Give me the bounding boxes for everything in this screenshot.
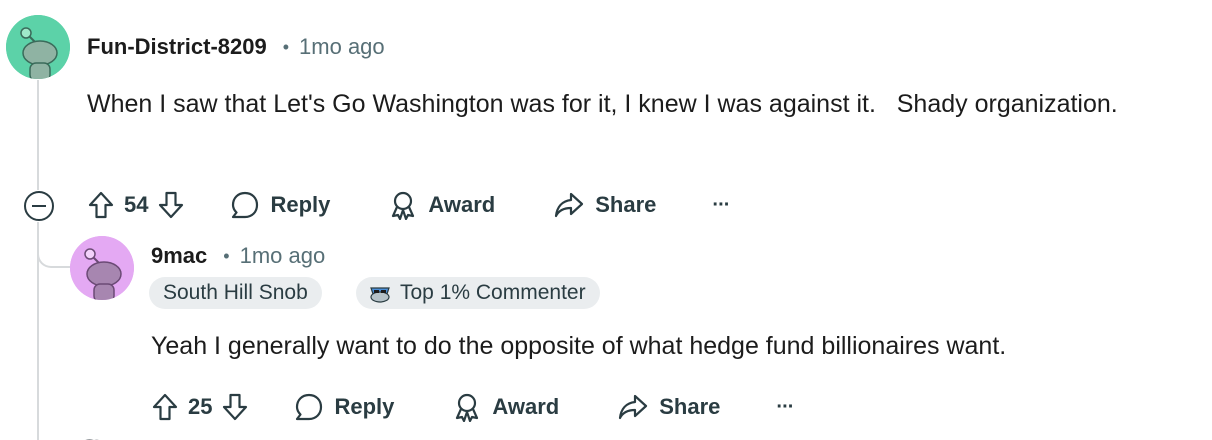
comment-header: Fun-District-8209 • 1mo ago [87,34,385,60]
snoo-avatar-icon [6,15,70,79]
vote-score: 25 [188,394,213,419]
ellipsis-icon: ··· [776,395,794,418]
award-label: Award [492,394,560,419]
thread-connector [37,222,73,268]
award-ribbon-icon [456,393,479,422]
avatar[interactable] [70,236,134,300]
comment-actions: 54 Reply Award Share ··· [88,183,730,227]
badge-text: Top 1% Commenter [400,281,586,304]
user-flair: South Hill Snob [149,277,322,309]
user-flair-text: South Hill Snob [163,281,308,304]
next-comment-avatar-partial [80,432,104,440]
speech-bubble-icon [232,191,259,219]
username[interactable]: 9mac [151,243,207,269]
timestamp[interactable]: 1mo ago [240,243,326,269]
arrow-up-icon [152,393,178,421]
reply-label: Reply [334,394,395,419]
reply-button[interactable]: Reply [294,385,394,429]
speech-bubble-icon [296,393,323,421]
reply-button[interactable]: Reply [230,183,330,227]
vote-score: 54 [124,192,149,217]
arrow-down-icon [159,191,184,219]
comment-body: Yeah I generally want to do the opposite… [151,332,1007,360]
more-options-button[interactable]: ··· [712,183,730,227]
downvote-button[interactable] [158,191,184,219]
award-button[interactable]: Award [388,183,495,227]
separator-dot: • [223,245,230,266]
thread-line-main [37,80,39,190]
username[interactable]: Fun-District-8209 [87,34,267,60]
arrow-up-icon [88,191,114,219]
award-ribbon-icon [392,191,415,220]
award-label: Award [428,192,496,217]
separator-dot: • [282,36,290,57]
share-button[interactable]: Share [553,183,656,227]
comment-actions: 25 Reply Award Share ··· [152,385,794,429]
collapse-button[interactable] [24,191,54,221]
downvote-button[interactable] [222,393,248,421]
arrow-down-icon [223,393,248,421]
avatar[interactable] [6,15,70,79]
award-button[interactable]: Award [452,385,559,429]
share-label: Share [595,192,657,217]
share-button[interactable]: Share [617,385,720,429]
comment-header: 9mac • 1mo ago [151,243,325,269]
ellipsis-icon: ··· [712,193,730,216]
reply-label: Reply [270,192,331,217]
minus-circle-icon [32,205,46,207]
comment-body: When I saw that Let's Go Washington was … [87,90,1118,118]
share-arrow-icon [555,192,584,218]
upvote-button[interactable] [88,191,114,219]
top-commenter-badge[interactable]: Top 1% Commenter [356,277,600,309]
upvote-button[interactable] [152,393,178,421]
share-label: Share [659,394,721,419]
more-options-button[interactable]: ··· [776,385,794,429]
top-commenter-icon [370,287,390,303]
snoo-avatar-icon [70,236,134,300]
timestamp[interactable]: 1mo ago [299,34,385,60]
share-arrow-icon [619,394,648,420]
